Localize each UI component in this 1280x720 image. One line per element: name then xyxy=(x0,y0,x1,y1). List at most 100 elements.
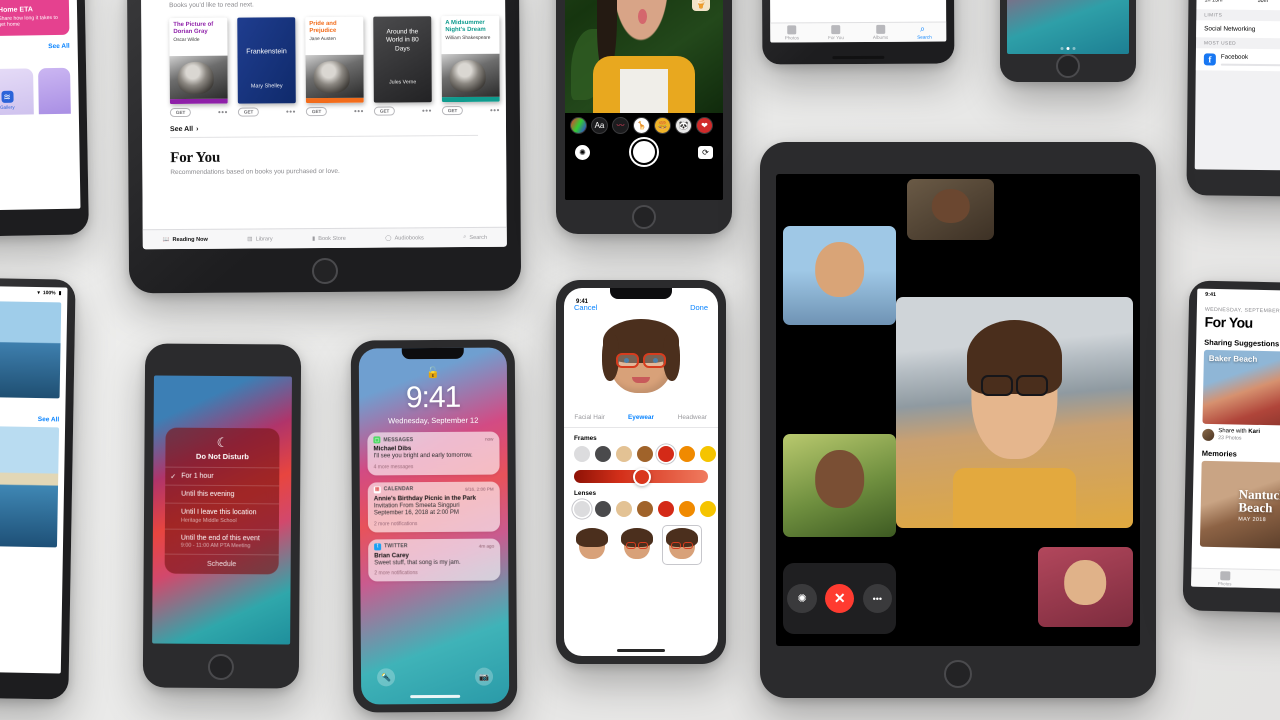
tab-headwear[interactable]: Headwear xyxy=(667,408,718,427)
home-indicator[interactable] xyxy=(832,55,885,60)
book-item[interactable]: Pride and Prejudice Jane Austen GET ••• xyxy=(305,16,364,117)
notification-messages[interactable]: ▢ MESSAGES now Michael Dibs I'll see you… xyxy=(367,431,500,475)
home-indicator[interactable] xyxy=(617,649,665,652)
frame-color-swatch[interactable] xyxy=(637,446,653,462)
participant-upper-left[interactable] xyxy=(783,225,897,326)
frame-color-swatch[interactable] xyxy=(700,446,716,462)
home-button[interactable] xyxy=(311,257,339,285)
participant-lower-left[interactable] xyxy=(783,433,897,538)
book-item[interactable]: A Midsummer Night's Dream William Shakes… xyxy=(441,15,500,116)
sticker-ice-cream[interactable]: 🍦 xyxy=(692,0,711,12)
photo-thumbnail-beach[interactable] xyxy=(0,424,60,548)
lens-color-swatch-selected[interactable] xyxy=(574,501,590,517)
shapes-icon[interactable]: 〰 xyxy=(612,117,629,135)
lens-color-swatch[interactable] xyxy=(700,501,716,517)
book-cover[interactable]: Around the World in 80 Days Jules Verne xyxy=(373,16,432,103)
lens-color-swatch[interactable] xyxy=(679,501,695,517)
frame-color-swatch[interactable] xyxy=(574,446,590,462)
more-icon[interactable]: ••• xyxy=(490,105,500,114)
get-button[interactable]: GET xyxy=(237,107,260,117)
participant-top[interactable] xyxy=(907,178,995,241)
frame-color-swatch[interactable] xyxy=(679,446,695,462)
camera-icon[interactable]: 📷 xyxy=(474,667,494,686)
page-dot[interactable] xyxy=(1060,47,1064,50)
memoji-thumbnail[interactable] xyxy=(572,525,612,565)
book-cover[interactable]: Frankenstein Mary Shelley xyxy=(237,17,296,104)
memoji-preview[interactable] xyxy=(564,312,718,408)
share-row[interactable]: Share with Kari 23 Photos xyxy=(1194,424,1280,448)
book-item[interactable]: The Picture of Dorian Gray Oscar Wilde G… xyxy=(169,17,228,118)
participant-bottom-right[interactable] xyxy=(1038,546,1133,628)
notification-calendar[interactable]: ▦ CALENDAR 9/16, 2:00 PM Annie's Birthda… xyxy=(367,481,501,532)
frame-color-swatch-selected[interactable] xyxy=(658,446,674,462)
dnd-option-until-evening[interactable]: Until this evening xyxy=(165,484,280,504)
notification-more[interactable]: 4 more messages xyxy=(374,463,494,470)
tab-eyewear[interactable]: Eyewear xyxy=(615,408,666,427)
participant-main-speaker[interactable] xyxy=(896,296,1133,528)
book-item[interactable]: Frankenstein Mary Shelley GET ••• xyxy=(237,17,296,117)
lens-color-swatch[interactable] xyxy=(595,501,611,517)
shutter-button[interactable] xyxy=(631,139,657,166)
sticker-heart-icon[interactable]: ❤ xyxy=(696,117,713,135)
memoji-thumbnail[interactable] xyxy=(617,525,657,565)
dnd-option-until-end-of-event[interactable]: Until the end of this event 9:00 - 11:00… xyxy=(164,528,279,555)
schedule-button[interactable]: Schedule xyxy=(164,553,279,575)
more-button[interactable]: ••• xyxy=(862,584,892,614)
photo-thumbnail-ocean[interactable] xyxy=(0,299,62,399)
tab-search[interactable]: ⌕ Search xyxy=(463,234,487,241)
effects-button[interactable]: ✺ xyxy=(787,584,817,614)
see-all-link[interactable]: See All xyxy=(0,409,65,427)
memoji-thumbnail-selected[interactable] xyxy=(662,525,702,565)
sharing-suggestion-card[interactable]: Baker Beach xyxy=(1202,349,1280,427)
get-button[interactable]: GET xyxy=(441,106,464,116)
book-cover[interactable]: A Midsummer Night's Dream William Shakes… xyxy=(441,15,500,103)
lens-color-swatch[interactable] xyxy=(637,501,653,517)
tab-book-store[interactable]: ▮ Book Store xyxy=(312,235,346,241)
end-call-button[interactable]: ✕ xyxy=(825,584,855,614)
effects-icon[interactable]: ✺ xyxy=(575,144,590,160)
camera-flip-icon[interactable]: ⟳ xyxy=(698,145,713,159)
books-scroll-area[interactable]: Want To Read Books you'd like to read ne… xyxy=(140,0,507,250)
home-screen[interactable] xyxy=(1007,0,1129,54)
camera-viewfinder[interactable]: 🍧 🍩 🍦 xyxy=(565,0,723,114)
get-button[interactable]: GET xyxy=(305,106,328,117)
most-used-app-row[interactable]: f Facebook xyxy=(1195,48,1280,72)
get-button[interactable]: GET xyxy=(373,106,396,116)
more-icon[interactable]: ••• xyxy=(218,107,228,116)
more-icon[interactable]: ••• xyxy=(354,106,364,115)
tab-photos[interactable]: Photos xyxy=(1191,569,1258,588)
home-button[interactable] xyxy=(1056,54,1080,78)
gallery-tab[interactable]: ≋ Gallery xyxy=(0,68,35,116)
see-all-link[interactable]: See All › xyxy=(170,124,478,133)
dnd-option-until-leave-location[interactable]: Until I leave this location Heritage Mid… xyxy=(164,502,280,529)
shortcut-tile-home-eta[interactable]: ⌂ Home ETA Share how long it takes to ge… xyxy=(0,0,70,37)
tab-search[interactable]: ⌕ Search xyxy=(917,24,932,40)
book-item[interactable]: Around the World in 80 Days Jules Verne … xyxy=(373,16,432,116)
flashlight-icon[interactable]: 🔦 xyxy=(376,668,396,687)
dnd-option-for-1-hour[interactable]: ✓ For 1 hour xyxy=(165,466,280,486)
more-icon[interactable]: ••• xyxy=(422,106,432,115)
limit-item[interactable]: Social Networking xyxy=(1196,20,1280,39)
frame-color-swatch[interactable] xyxy=(595,446,611,462)
tab-library[interactable]: ▥ Library xyxy=(247,236,272,242)
filters-icon[interactable] xyxy=(570,117,587,135)
book-cover[interactable]: Pride and Prejudice Jane Austen xyxy=(305,16,364,104)
notification-more[interactable]: 2 more notifications xyxy=(374,520,494,527)
lens-color-swatch[interactable] xyxy=(658,501,674,517)
home-button[interactable] xyxy=(207,653,235,681)
tab-photos[interactable]: Photos xyxy=(785,25,799,40)
tab-reading-now[interactable]: 📖 Reading Now xyxy=(162,236,207,242)
notification-twitter[interactable]: t TWITTER 4m ago Brian Carey Sweet stuff… xyxy=(368,538,501,582)
sticker-panda-icon[interactable]: 🐼 xyxy=(675,117,692,135)
tab-for-you[interactable]: For You xyxy=(828,25,844,40)
home-indicator[interactable] xyxy=(410,694,461,699)
shortcut-tile-violet[interactable] xyxy=(38,67,71,115)
book-cover[interactable]: The Picture of Dorian Gray Oscar Wilde xyxy=(169,17,228,105)
animoji-icon[interactable]: 🦒 xyxy=(633,117,650,135)
tab-audiobooks[interactable]: ◯ Audiobooks xyxy=(385,235,424,241)
see-all-link-2[interactable]: See All xyxy=(48,43,70,50)
notification-more[interactable]: 2 more notifications xyxy=(374,570,494,576)
more-icon[interactable]: ••• xyxy=(286,107,296,116)
text-icon[interactable]: Aa xyxy=(591,117,608,135)
home-button[interactable] xyxy=(944,660,972,688)
